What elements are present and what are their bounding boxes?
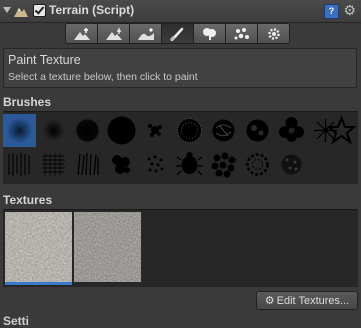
brush-flower[interactable] <box>275 114 308 147</box>
brush-grass[interactable] <box>71 148 104 181</box>
paint-height-button[interactable] <box>98 23 130 44</box>
tool-title: Paint Texture <box>8 53 81 67</box>
enabled-checkbox[interactable] <box>33 4 46 17</box>
brush-soft-round[interactable] <box>3 114 36 147</box>
raise-lower-terrain-button[interactable] <box>65 23 98 44</box>
help-icon[interactable]: ? <box>324 4 339 19</box>
tool-info-box: Paint Texture Select a texture below, th… <box>3 48 357 88</box>
brush-round-hard[interactable] <box>105 114 138 147</box>
place-trees-button[interactable] <box>194 23 226 44</box>
terrain-toolbar <box>65 23 290 44</box>
brush-speckle[interactable] <box>275 148 308 181</box>
brush-splatter-small[interactable] <box>139 114 172 147</box>
component-header: Terrain (Script) ? ⚙ <box>0 0 361 23</box>
texture-slot-sand[interactable] <box>5 212 72 285</box>
terrain-settings-icon <box>267 27 280 40</box>
brush-streaks[interactable] <box>3 148 36 181</box>
texture-slot-rock[interactable] <box>74 212 141 282</box>
brush-round-small[interactable] <box>37 114 70 147</box>
place-trees-icon <box>202 27 216 40</box>
brush-scribble[interactable] <box>207 114 240 147</box>
edit-textures-label: Edit Textures... <box>276 294 350 307</box>
smooth-height-icon <box>137 27 154 40</box>
brush-grid <box>3 111 358 184</box>
terrain-icon <box>14 8 28 17</box>
terrain-settings-button[interactable] <box>258 23 290 44</box>
foldout-arrow-icon[interactable] <box>3 7 11 13</box>
paint-details-button[interactable] <box>226 23 258 44</box>
gear-icon: ⚙ <box>264 295 275 307</box>
tool-description: Select a texture below, then click to pa… <box>8 71 198 83</box>
paint-height-icon <box>105 27 122 40</box>
brush-dots[interactable] <box>207 148 240 181</box>
brush-star[interactable] <box>325 114 358 147</box>
textures-label: Textures <box>3 193 53 207</box>
raise-lower-terrain-icon <box>73 27 90 40</box>
brush-dapple[interactable] <box>105 148 138 181</box>
brushes-label: Brushes <box>3 95 52 109</box>
brush-bug[interactable] <box>173 148 206 181</box>
brush-ring[interactable] <box>241 148 274 181</box>
gear-icon[interactable]: ⚙ <box>343 2 356 19</box>
smooth-height-button[interactable] <box>130 23 162 44</box>
component-title: Terrain (Script) <box>49 3 135 17</box>
brush-round-medium[interactable] <box>71 114 104 147</box>
texture-grid <box>3 209 358 287</box>
brush-spray[interactable] <box>139 148 172 181</box>
brush-hatch[interactable] <box>37 148 70 181</box>
edit-textures-button[interactable]: ⚙ Edit Textures... <box>256 291 358 310</box>
paint-details-icon <box>234 27 249 39</box>
brush-noise[interactable] <box>173 114 206 147</box>
brush-rough[interactable] <box>241 114 274 147</box>
settings-section-label: Setti <box>3 314 30 328</box>
paint-texture-button[interactable] <box>162 23 194 44</box>
paint-texture-icon <box>169 27 183 41</box>
